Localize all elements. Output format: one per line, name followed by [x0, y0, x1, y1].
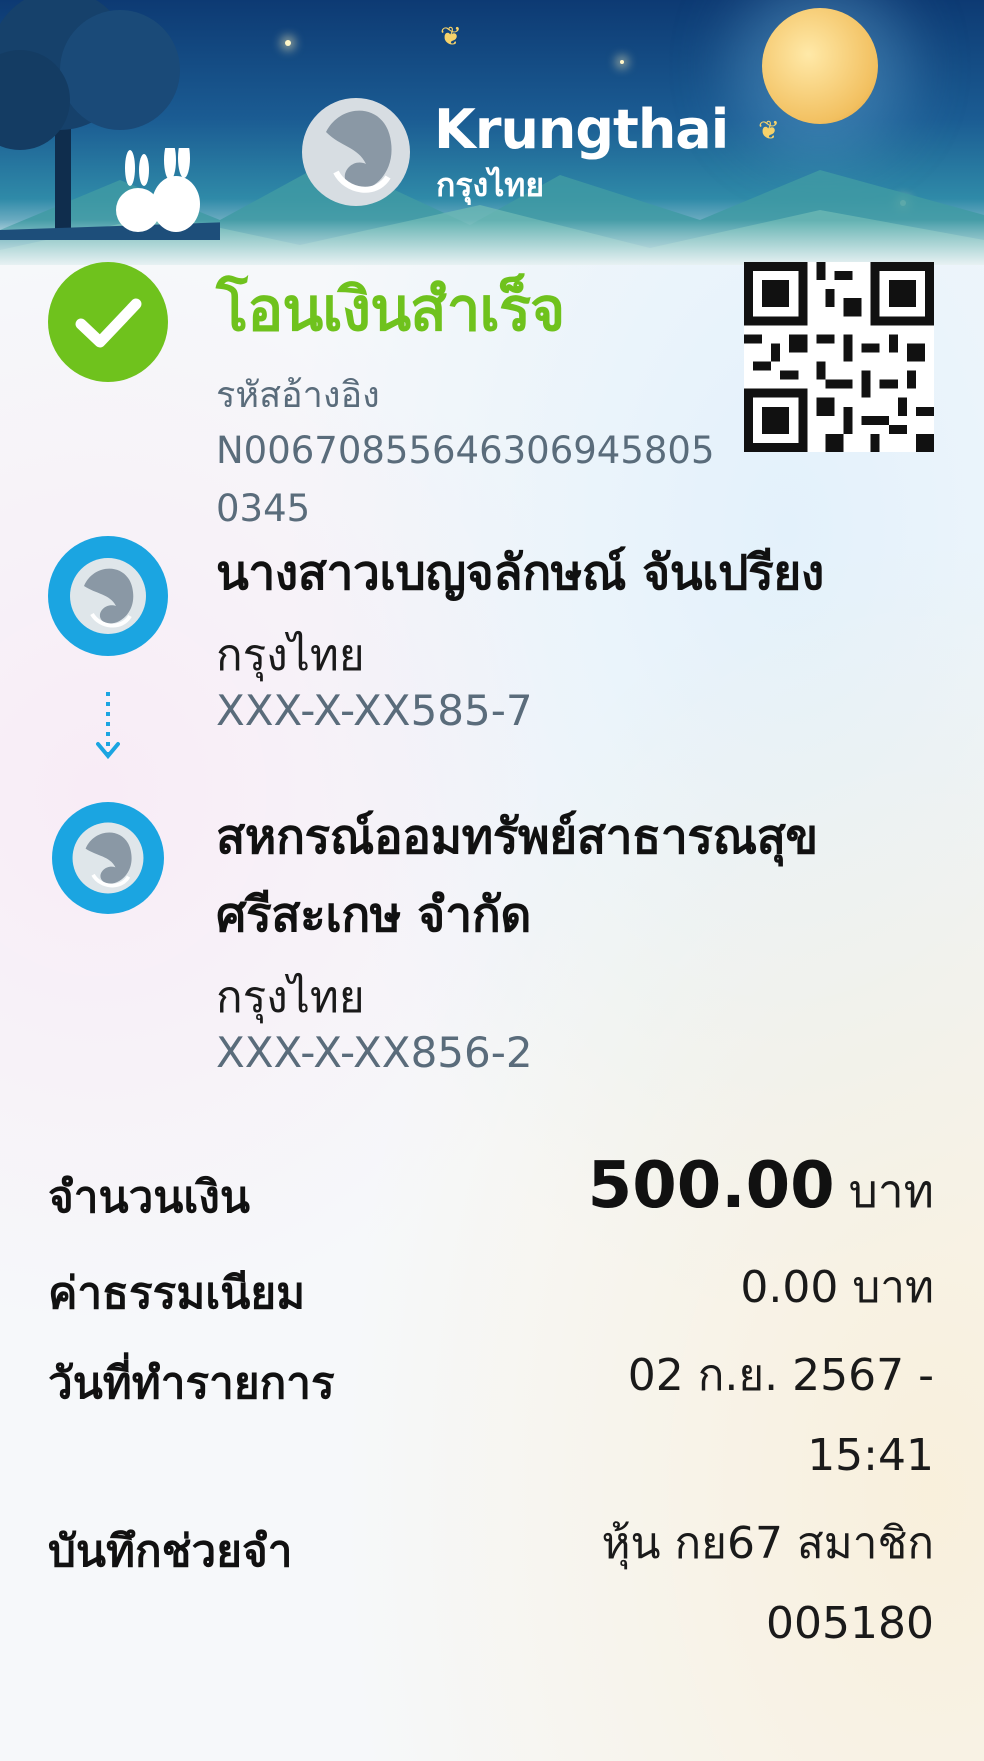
- receiver-name: สหกรณ์ออมทรัพย์สาธารณสุข ศรีสะเกษ จำกัด: [216, 798, 956, 954]
- arrow-down-icon: [96, 692, 120, 760]
- krungthai-logo-icon: [72, 822, 144, 894]
- reference-label: รหัสอ้างอิง: [216, 375, 380, 416]
- date-value-line2: 15:41: [807, 1430, 934, 1481]
- amount-number: 500.00: [587, 1149, 835, 1223]
- brand-name-th: กรุงไทย: [436, 166, 545, 204]
- krungthai-logo-icon: [302, 98, 410, 206]
- fee-label: ค่าธรรมเนียม: [48, 1268, 306, 1319]
- date-value: 02 ก.ย. 2567 - 15:41: [628, 1336, 934, 1496]
- memo-label: บันทึกช่วยจำ: [48, 1526, 293, 1577]
- date-label: วันที่ทำรายการ: [48, 1358, 335, 1409]
- star-icon: [620, 60, 624, 64]
- fee-value: 0.00 บาท: [740, 1262, 934, 1313]
- memo-value-line2: 005180: [766, 1598, 934, 1649]
- brand-name-en: Krungthai: [434, 98, 729, 161]
- checkmark-icon: [48, 262, 168, 382]
- memo-value: หุ้น กย67 สมาชิก 005180: [601, 1504, 934, 1664]
- header-banner: ❦ ❦ ❦: [0, 0, 984, 265]
- reference-value: N006708556463069458050345: [216, 429, 715, 530]
- sender-bank: กรุงไทย: [216, 630, 365, 681]
- amount-unit: บาท: [848, 1164, 934, 1218]
- rabbits-illustration: [116, 148, 200, 232]
- receiver-bank-avatar: [52, 802, 164, 914]
- receiver-bank: กรุงไทย: [216, 972, 365, 1023]
- memo-value-line1: หุ้น กย67 สมาชิก: [601, 1518, 934, 1569]
- star-icon: [285, 40, 291, 46]
- page-title: โอนเงินสำเร็จ: [216, 275, 565, 345]
- amount-label: จำนวนเงิน: [48, 1172, 250, 1223]
- butterfly-icon: ❦: [440, 22, 462, 52]
- moon-illustration: [762, 8, 878, 124]
- transfer-slip: ❦ ❦ ❦: [0, 0, 984, 1761]
- krungthai-logo-icon: [70, 558, 146, 634]
- receiver-account: XXX-X-XX856-2: [216, 1028, 533, 1077]
- amount-value: 500.00 บาท: [588, 1146, 934, 1233]
- date-value-line1: 02 ก.ย. 2567 -: [627, 1350, 934, 1401]
- qr-code-icon[interactable]: [744, 262, 934, 452]
- receiver-name-line2: ศรีสะเกษ จำกัด: [216, 887, 531, 943]
- sender-name: นางสาวเบญจลักษณ์ จันเปรียง: [216, 545, 824, 601]
- sender-account: XXX-X-XX585-7: [216, 686, 533, 735]
- receiver-name-line1: สหกรณ์ออมทรัพย์สาธารณสุข: [216, 809, 818, 865]
- sender-bank-avatar: [48, 536, 168, 656]
